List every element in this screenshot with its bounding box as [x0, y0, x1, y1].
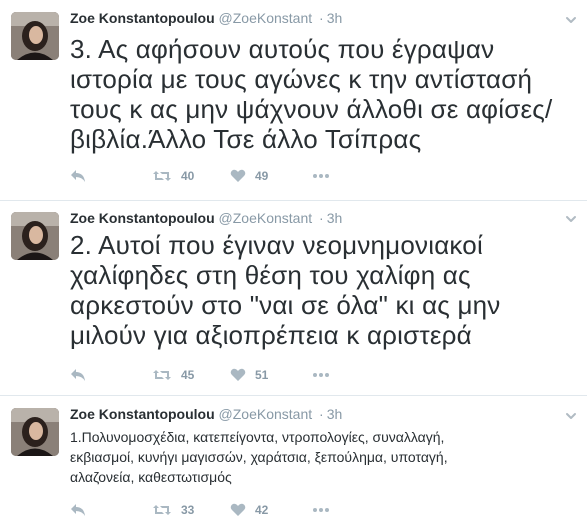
more-button[interactable] — [312, 372, 330, 378]
more-dots-icon — [313, 174, 329, 178]
timestamp[interactable]: 3h — [327, 10, 343, 26]
tweet-actions: 45 51 — [70, 365, 330, 385]
retweet-count: 40 — [181, 169, 195, 183]
avatar[interactable] — [11, 408, 59, 456]
retweet-icon — [153, 171, 171, 181]
retweet-count: 45 — [181, 368, 195, 382]
separator: · — [319, 210, 324, 226]
reply-icon — [71, 504, 85, 516]
reply-button[interactable] — [70, 368, 152, 382]
retweet-icon — [153, 370, 171, 380]
author-handle[interactable]: @ZoeKonstant — [219, 210, 313, 226]
retweet-button[interactable]: 40 — [152, 169, 230, 183]
timestamp[interactable]: 3h — [327, 406, 343, 422]
more-button[interactable] — [312, 173, 330, 179]
tweet-text-line: 2. Αυτοί που έγιναν νεομνημονιακοί — [70, 230, 483, 260]
tweet-text-line: χαλίφηδες στη θέση του χαλίφη ας — [70, 260, 471, 290]
tweet-text: 3. Ας αφήσουν αυτούς που έγραψαν ιστορία… — [70, 34, 580, 154]
tweet-text-line: 3. Ας αφήσουν αυτούς που έγραψαν — [70, 34, 495, 64]
heart-icon — [230, 503, 246, 516]
like-button[interactable]: 51 — [230, 368, 312, 382]
reply-icon — [71, 170, 85, 182]
author-name[interactable]: Zoe Konstantopoulou — [70, 10, 215, 26]
reply-button[interactable] — [70, 169, 152, 183]
chevron-down-icon[interactable] — [563, 408, 579, 424]
author-name[interactable]: Zoe Konstantopoulou — [70, 210, 215, 226]
more-dots-icon — [313, 508, 329, 512]
author-handle[interactable]: @ZoeKonstant — [219, 406, 313, 422]
author-name[interactable]: Zoe Konstantopoulou — [70, 406, 215, 422]
tweet-text-line: ιστορία με τους αγώνες κ την αντίστασή — [70, 64, 533, 94]
retweet-count: 33 — [181, 503, 195, 517]
reply-button[interactable] — [70, 503, 152, 517]
more-button[interactable] — [312, 507, 330, 513]
like-button[interactable]: 49 — [230, 169, 312, 183]
chevron-down-icon[interactable] — [563, 211, 579, 227]
tweet-text-line: αλαζονεία, καθεστωτισμός — [70, 469, 232, 485]
separator: · — [319, 10, 324, 26]
reply-icon — [71, 369, 85, 381]
tweet-text-line: 1.Πολυνομοσχέδια, κατεπείγοντα, ντροπολο… — [70, 429, 445, 445]
like-button[interactable]: 42 — [230, 503, 312, 517]
tweet-text: 2. Αυτοί που έγιναν νεομνημονιακοί χαλίφ… — [70, 230, 580, 350]
tweet-text-line: εκβιασμοί, κυνήγι μαγισσών, χαράτσια, ξε… — [70, 449, 448, 465]
like-count: 49 — [255, 169, 269, 183]
tweet[interactable]: Zoe Konstantopoulou @ZoeKonstant · 3h 3. … — [0, 0, 587, 201]
heart-icon — [230, 368, 246, 381]
retweet-button[interactable]: 33 — [152, 503, 230, 517]
retweet-icon — [153, 505, 171, 515]
like-count: 51 — [255, 368, 269, 382]
tweet-actions: 33 42 — [70, 500, 330, 520]
like-count: 42 — [255, 503, 269, 517]
timestamp[interactable]: 3h — [327, 210, 343, 226]
tweet-text-line: βιβλία.Άλλο Τσε άλλο Τσίπρας — [70, 124, 422, 154]
chevron-down-icon[interactable] — [563, 12, 579, 28]
tweet[interactable]: Zoe Konstantopoulou @ZoeKonstant · 3h 2. … — [0, 201, 587, 396]
avatar[interactable] — [11, 212, 59, 260]
tweet-text-line: μιλούν για αξιοπρέπεια κ αριστερά — [70, 320, 472, 350]
separator: · — [319, 406, 324, 422]
retweet-button[interactable]: 45 — [152, 368, 230, 382]
avatar[interactable] — [11, 12, 59, 60]
tweet-text: 1.Πολυνομοσχέδια, κατεπείγοντα, ντροπολο… — [70, 427, 580, 487]
tweet-actions: 40 49 — [70, 166, 330, 186]
tweet-text-line: τους κ ας μην ψάχνουν άλλοθι σε αφίσες/ — [70, 94, 553, 124]
heart-icon — [230, 169, 246, 182]
author-handle[interactable]: @ZoeKonstant — [219, 10, 313, 26]
more-dots-icon — [313, 373, 329, 377]
tweet-text-line: αρκεστούν στο "ναι σε όλα" κι ας μην — [70, 290, 501, 320]
tweet[interactable]: Zoe Konstantopoulou @ZoeKonstant · 3h 1.Π… — [0, 396, 587, 530]
